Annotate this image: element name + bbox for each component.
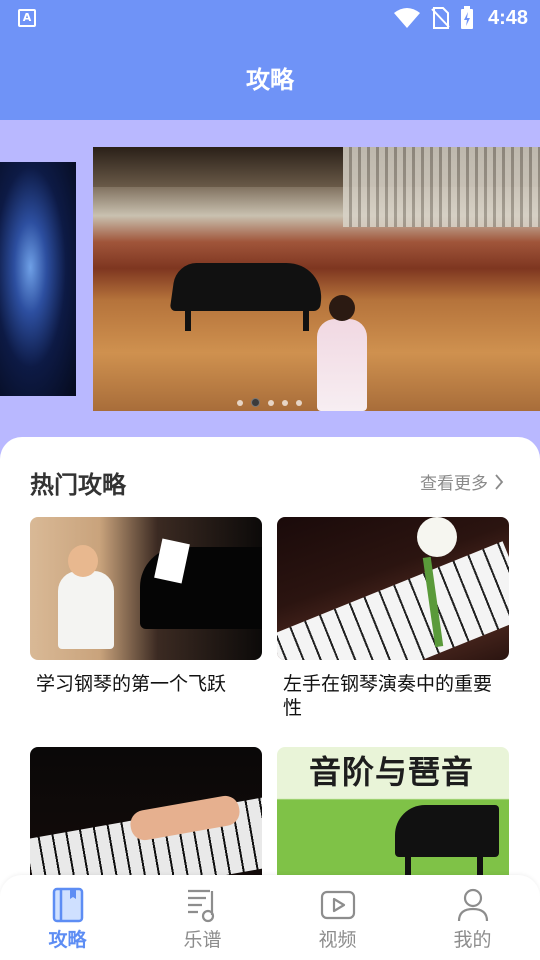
status-icons: 4:48 [393, 6, 528, 30]
article-card[interactable]: 学习钢琴的第一个飞跃 [30, 517, 262, 696]
article-card[interactable]: 左手在钢琴演奏中的重要性 [277, 517, 509, 720]
no-sim-icon [431, 7, 450, 29]
status-time: 4:48 [487, 6, 528, 29]
carousel-dot[interactable] [296, 399, 302, 406]
banner-carousel[interactable] [0, 120, 540, 450]
app-bar: 攻略 [0, 36, 540, 120]
status-bar: A 4:48 [0, 0, 540, 36]
article-thumbnail [30, 517, 262, 660]
wifi-icon [393, 8, 420, 28]
carousel-dot[interactable] [282, 399, 288, 406]
nav-item-video[interactable]: 视频 [270, 875, 405, 960]
book-icon [52, 887, 83, 923]
person-icon [457, 888, 488, 922]
article-thumbnail [30, 747, 262, 890]
article-title: 学习钢琴的第一个飞跃 [36, 673, 227, 695]
see-more-link[interactable]: 查看更多 [420, 469, 504, 494]
section-header: 热门攻略 查看更多 [30, 465, 504, 499]
section-title: 热门攻略 [30, 471, 126, 499]
article-card[interactable] [30, 747, 262, 890]
carousel-dot-active[interactable] [251, 398, 260, 407]
bottom-navigation: 攻略 乐谱 视频 我的 [0, 875, 540, 960]
page-title: 攻略 [246, 66, 294, 94]
article-thumbnail [277, 517, 509, 660]
nav-label: 乐谱 [183, 929, 222, 951]
nav-label: 视频 [318, 929, 357, 951]
nav-label: 我的 [453, 929, 492, 951]
battery-charging-icon [460, 6, 473, 29]
carousel-dot[interactable] [237, 399, 243, 406]
music-score-icon [187, 889, 214, 923]
carousel-dot[interactable] [268, 399, 274, 406]
app-notification-icon: A [18, 9, 36, 27]
nav-item-sheet-music[interactable]: 乐谱 [135, 875, 270, 960]
carousel-indicator [237, 398, 302, 407]
nav-item-profile[interactable]: 我的 [405, 875, 540, 960]
chevron-right-icon [495, 473, 504, 490]
cover-text: 音阶与琶音 [309, 753, 475, 791]
article-card[interactable]: 音阶与琶音 [277, 747, 509, 890]
nav-item-guide[interactable]: 攻略 [0, 875, 135, 960]
video-play-icon [320, 890, 355, 920]
banner-slide-current[interactable] [93, 147, 540, 411]
see-more-label: 查看更多 [420, 474, 488, 494]
nav-label: 攻略 [48, 929, 87, 951]
article-thumbnail: 音阶与琶音 [277, 747, 509, 890]
article-title: 左手在钢琴演奏中的重要性 [283, 673, 493, 719]
banner-slide-previous[interactable] [0, 162, 76, 396]
